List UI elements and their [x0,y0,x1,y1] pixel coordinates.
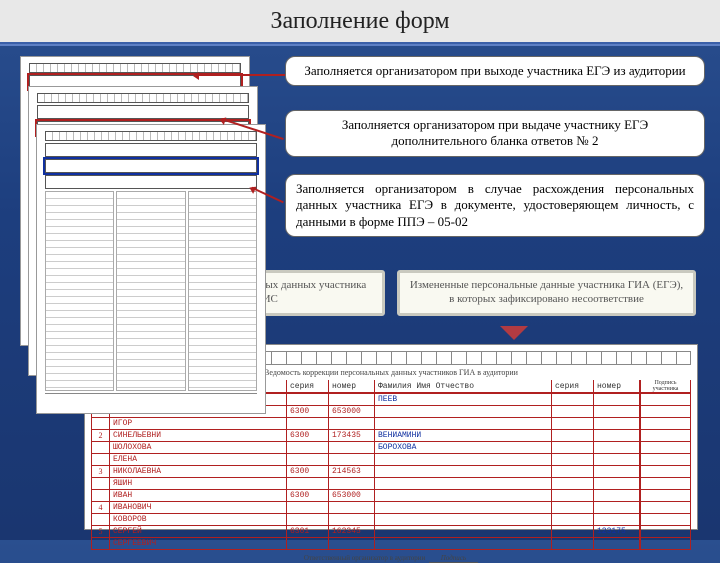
callout-3-text: Заполняется организатором в случае расхо… [296,181,694,230]
down-arrow-2 [500,326,528,340]
tab-right: Измененные персональные данные участника… [397,270,696,316]
table-row: 5СЕРГЕЙ6301162345123175 [91,526,691,538]
arrow-1 [195,74,285,76]
callout-1: Заполняется организатором при выходе уча… [285,56,705,86]
table-row: 4ИВАНОВИЧ [91,502,691,514]
table-row: 2СИНЕЛЬЕВНИ6300173435ВЕНИАМИНИ [91,430,691,442]
callout-2: Заполняется организатором при выдаче уча… [285,110,705,157]
table-row: ИВАН6300653000 [91,490,691,502]
table-row: ЕЛЕНА [91,454,691,466]
page-title: Заполнение форм [270,8,449,35]
callout-3: Заполняется организатором в случае расхо… [285,174,705,237]
form-page-3 [36,124,266,414]
table-row: КОВОРОВ [91,514,691,526]
form-footer: Ответственный организатор в аудитории По… [91,554,691,562]
table-row: ЯШИН [91,478,691,490]
content: Заполняется организатором при выходе уча… [0,44,720,540]
title-bar: Заполнение форм [0,0,720,44]
table-row: ШОЛОХОВАБОРОХОВА [91,442,691,454]
table-row: 3НИКОЛАЕВНА6300214563 [91,466,691,478]
table-row: ИГОР [91,418,691,430]
